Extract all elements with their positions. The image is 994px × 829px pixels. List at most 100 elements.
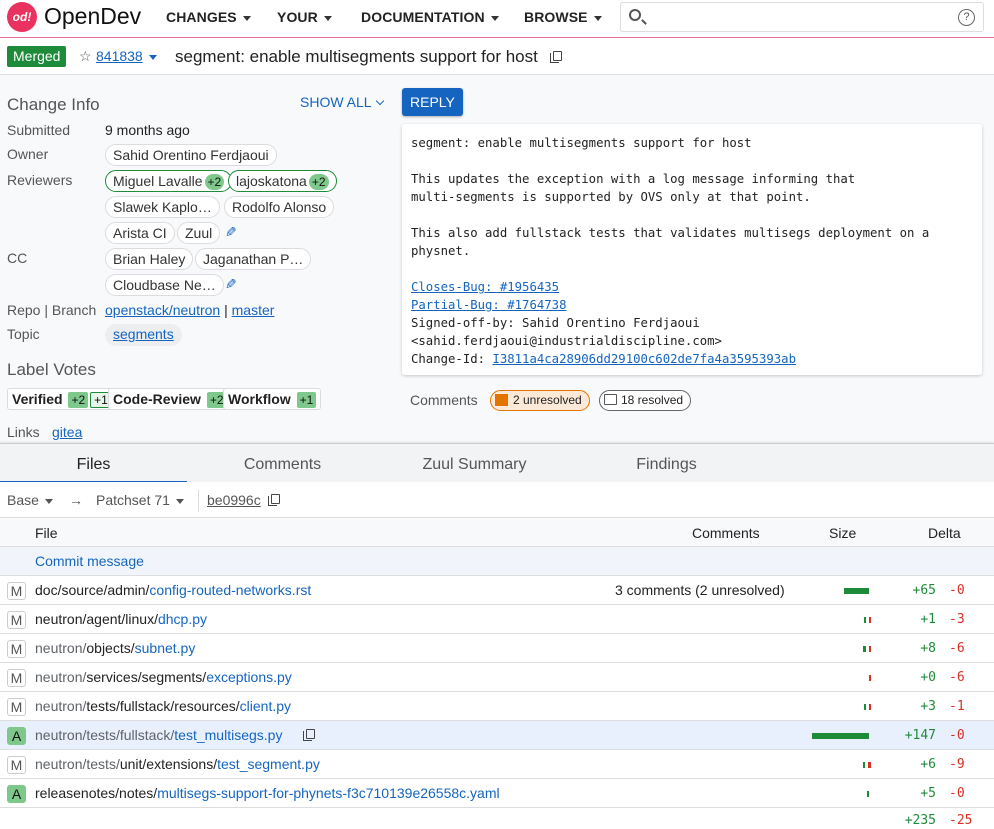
file-row[interactable]: Mneutron/tests/fullstack/resources/clien… [0,692,994,721]
file-name-link[interactable]: test_multisegs.py [174,727,282,743]
cc-chip[interactable]: Jaganathan P… [195,248,312,270]
reply-button[interactable]: REPLY [402,88,463,116]
show-all-button[interactable]: SHOW ALL [300,94,384,110]
caret-down-icon [323,15,332,21]
brand-name[interactable]: OpenDev [44,3,141,30]
size-bar-deleted [869,704,871,710]
reviewer-chip[interactable]: Arista CI [105,222,175,244]
file-name-link[interactable]: test_segment.py [217,756,320,772]
links-label: Links [7,424,40,440]
file-path[interactable]: doc/source/admin/config-routed-networks.… [35,582,311,598]
branch-link[interactable]: master [232,302,275,318]
commit-sha-link[interactable]: be0996c [207,492,261,508]
vote-badge: +2 [204,174,225,190]
owner-chip[interactable]: Sahid Orentino Ferdjaoui [105,144,277,166]
path-prefix: neutron/tests/fullstack/ [35,727,175,743]
nav-label: DOCUMENTATION [361,9,485,25]
edit-reviewers-pencil-icon[interactable]: ✎ [225,224,237,241]
patchset-dropdown[interactable]: Patchset 71 [96,492,184,508]
gitea-link[interactable]: gitea [52,424,82,440]
base-dropdown[interactable]: Base [7,492,53,508]
file-row[interactable]: Mneutron/tests/unit/extensions/test_segm… [0,750,994,779]
unresolved-comments-chip[interactable]: 2 unresolved [490,390,590,411]
opendev-logo-icon[interactable]: od! [7,2,37,32]
change-number-link[interactable]: 841838 [96,48,143,64]
topic-link[interactable]: segments [113,326,174,342]
reviewer-chip[interactable]: Zuul [177,222,221,244]
owner-label: Owner [7,146,49,162]
base-label: Base [7,492,39,508]
commit-message-link[interactable]: Commit message [35,553,144,569]
help-icon[interactable]: ? [958,9,975,26]
label-workflow[interactable]: Workflow +1 [223,388,322,410]
total-added: +235 [904,813,936,828]
reviewer-chip[interactable]: lajoskatona +2 [228,170,337,192]
chevron-down-icon[interactable] [149,55,157,60]
lines-deleted: -3 [949,612,965,627]
nav-menu-changes[interactable]: CHANGES [166,9,251,25]
logo-glyph: od! [12,10,32,24]
copy-icon[interactable] [550,51,562,63]
search-input[interactable] [651,6,951,28]
file-status-badge: M [7,640,26,658]
nav-menu-documentation[interactable]: DOCUMENTATION [361,9,499,25]
file-path[interactable]: neutron/tests/unit/extensions/test_segme… [35,756,320,772]
resolved-count: 18 resolved [621,393,684,407]
nav-menu-your[interactable]: YOUR [277,9,332,25]
file-row[interactable]: Aneutron/tests/fullstack/test_multisegs.… [0,721,994,750]
partial-bug-link[interactable]: Partial-Bug: #1764738 [411,298,566,312]
size-bar-deleted [869,617,871,623]
file-name-link[interactable]: subnet.py [135,640,196,656]
label-code-review[interactable]: Code-Review +2 [108,388,232,410]
copy-icon[interactable] [268,494,280,506]
size-bar-added [863,762,865,768]
lines-deleted: -6 [949,670,965,685]
commit-line: This updates the exception with a log me… [411,172,856,186]
tab-files[interactable]: Files [0,444,187,483]
comments-label: Comments [410,392,478,408]
file-column-header: File [35,525,58,541]
nav-label: YOUR [277,9,318,25]
file-path[interactable]: neutron/objects/subnet.py [35,640,195,656]
cc-chip[interactable]: Brian Haley [105,248,194,270]
tab-comments[interactable]: Comments [189,444,376,483]
reviewer-chip[interactable]: Rodolfo Alonso [224,196,335,218]
file-path[interactable]: neutron/services/segments/exceptions.py [35,669,292,685]
file-name-link[interactable]: multisegs-support-for-phynets-f3c710139e… [157,785,499,801]
star-icon[interactable]: ☆ [79,48,92,65]
nav-menu-browse[interactable]: BROWSE [524,9,602,25]
resolved-comments-chip[interactable]: 18 resolved [599,390,692,411]
file-path[interactable]: releasenotes/notes/multisegs-support-for… [35,785,500,801]
lines-added: +3 [920,699,936,714]
file-row[interactable]: Mneutron/services/segments/exceptions.py… [0,663,994,692]
tab-findings[interactable]: Findings [573,444,760,483]
edit-cc-pencil-icon[interactable]: ✎ [225,276,237,293]
topic-label: Topic [7,326,40,342]
copy-icon[interactable] [303,729,315,741]
reviewer-chip[interactable]: Miguel Lavalle +2 [105,170,233,192]
file-name-link[interactable]: client.py [240,698,291,714]
commit-message-row[interactable]: Commit message [0,547,994,576]
file-row[interactable]: Mneutron/objects/subnet.py +8 -6 [0,634,994,663]
file-row[interactable]: Mneutron/agent/linux/dhcp.py +1 -3 [0,605,994,634]
lines-deleted: -0 [949,583,965,598]
file-row[interactable]: Areleasenotes/notes/multisegs-support-fo… [0,779,994,808]
signed-off-line: Signed-off-by: Sahid Orentino Ferdjaoui [411,316,700,330]
change-id-link[interactable]: I3811a4ca28906dd29100c602de7fa4a3595393a… [492,352,796,366]
file-path[interactable]: neutron/tests/fullstack/test_multisegs.p… [35,727,282,743]
label-verified[interactable]: Verified +2 +1 [7,388,117,410]
file-name-link[interactable]: config-routed-networks.rst [149,582,311,598]
file-path[interactable]: neutron/agent/linux/dhcp.py [35,611,207,627]
change-info-heading: Change Info [7,95,100,114]
file-path[interactable]: neutron/tests/fullstack/resources/client… [35,698,291,714]
file-row[interactable]: Mdoc/source/admin/config-routed-networks… [0,576,994,605]
tab-zuul-summary[interactable]: Zuul Summary [381,444,568,483]
closes-bug-link[interactable]: Closes-Bug: #1956435 [411,280,559,294]
file-name-link[interactable]: dhcp.py [158,611,207,627]
lines-added: +5 [920,786,936,801]
reviewer-chip[interactable]: Slawek Kaplo… [105,196,220,218]
repo-link[interactable]: openstack/neutron [105,302,220,318]
cc-chip[interactable]: Cloudbase Ne… [105,274,224,296]
file-name-link[interactable]: exceptions.py [206,669,292,685]
caret-down-icon [593,15,602,21]
